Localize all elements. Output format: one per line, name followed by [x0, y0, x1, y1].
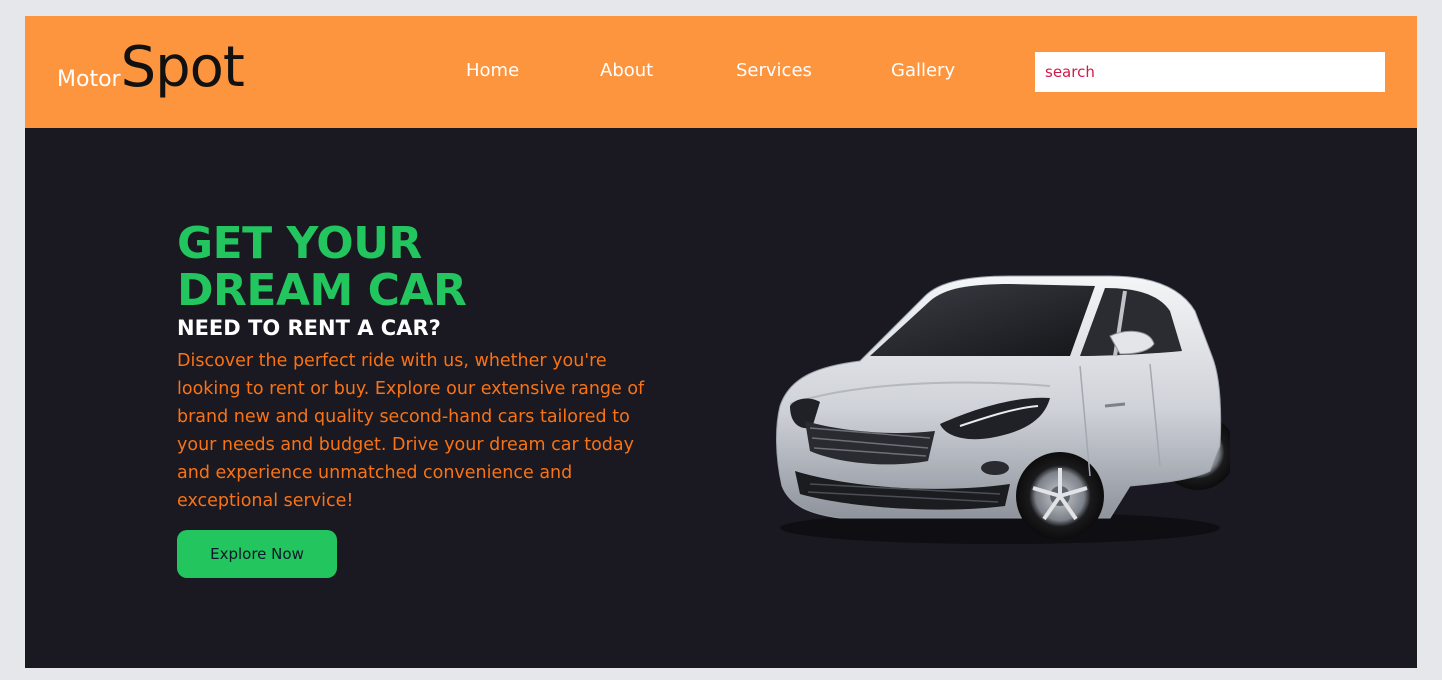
explore-now-button[interactable]: Explore Now: [177, 530, 337, 578]
logo[interactable]: Motor Spot: [57, 35, 245, 110]
search-input[interactable]: [1035, 52, 1385, 92]
logo-motor-text: Motor: [57, 67, 121, 92]
hero-subtitle: NEED TO RENT A CAR?: [177, 316, 441, 340]
hero-title-line2: DREAM CAR: [177, 265, 467, 316]
site-header: Motor Spot Home About Services Gallery: [25, 16, 1417, 128]
hero-description: Discover the perfect ride with us, wheth…: [177, 351, 645, 511]
nav-services[interactable]: Services: [736, 60, 812, 81]
hero-title: GET YOUR DREAM CAR: [177, 220, 577, 314]
page-frame: Motor Spot Home About Services Gallery G…: [25, 16, 1417, 668]
nav-gallery[interactable]: Gallery: [891, 60, 955, 81]
hero-title-line1: GET YOUR: [177, 218, 422, 269]
nav-home[interactable]: Home: [466, 60, 519, 81]
nav-about[interactable]: About: [600, 60, 653, 81]
car-image: [776, 275, 1230, 544]
logo-spot-text: Spot: [120, 35, 245, 100]
